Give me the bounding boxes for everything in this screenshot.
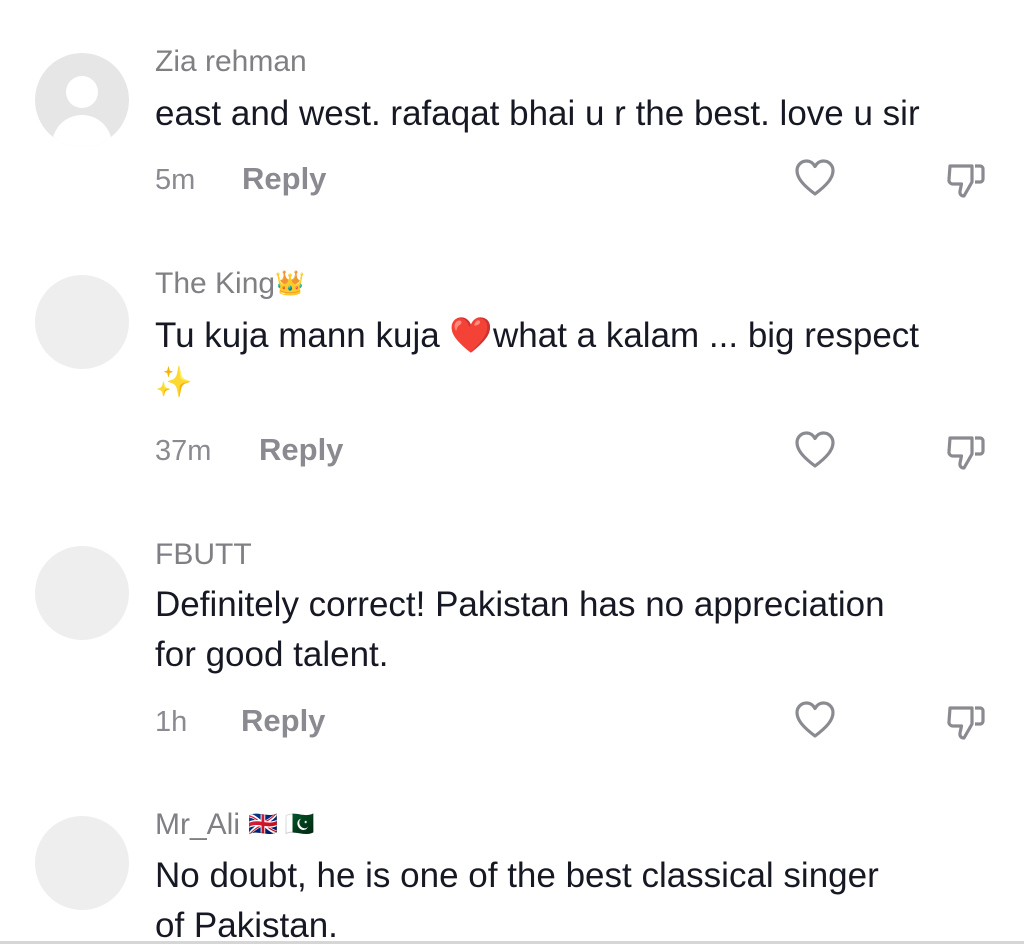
username-text: FBUTT [155,538,252,571]
comment-text-line: Tu kuja mann kuja ❤️what a kalam ... big… [155,316,920,355]
comment-username[interactable]: Zia rehman [155,44,307,80]
thumbs-down-icon [947,706,985,740]
comment-username[interactable]: The King👑 [155,266,305,302]
heart-outline-icon [795,701,835,738]
like-button[interactable] [793,156,837,200]
flag-emoji-icon: 🇬🇧 🇵🇰 [248,811,315,838]
username-text: Zia rehman [155,45,307,78]
avatar[interactable] [35,546,129,640]
comment-text: east and west. rafaqat bhai u r the best… [155,89,1005,139]
dislike-button[interactable] [944,158,988,202]
default-avatar-head [66,76,98,108]
reply-button[interactable]: Reply [241,703,325,739]
reply-button[interactable]: Reply [259,432,343,468]
heart-outline-icon [795,159,835,196]
comment-text-line: east and west. rafaqat bhai u r the best… [155,94,920,133]
comment-username[interactable]: FBUTT [155,537,252,573]
comment-text: Tu kuja mann kuja ❤️what a kalam ... big… [155,311,1005,405]
avatar[interactable] [35,275,129,369]
like-button[interactable] [793,428,837,472]
comment-text: Definitely correct! Pakistan has no appr… [155,580,1005,680]
comment-timestamp: 5m [155,164,196,196]
username-text: The King [155,267,276,300]
comment-text-line: for good talent. [155,635,389,674]
reply-button[interactable]: Reply [242,161,326,197]
thumbs-down-icon [947,436,985,470]
comment-timestamp: 37m [155,435,212,467]
avatar[interactable] [35,53,129,147]
comment-text-line: Definitely correct! Pakistan has no appr… [155,585,885,624]
comment-timestamp: 1h [155,706,188,738]
crown-emoji-icon: 👑 [275,270,305,297]
comment-text-line: ✨ [155,366,193,399]
dislike-button[interactable] [944,430,988,474]
heart-outline-icon [795,431,835,468]
thumbs-down-icon [947,164,985,198]
comment-username[interactable]: Mr_Ali 🇬🇧 🇵🇰 [155,807,315,843]
like-button[interactable] [793,698,837,742]
username-text: Mr_Ali [155,808,241,841]
dislike-button[interactable] [944,700,988,744]
comment-text: No doubt, he is one of the best classica… [155,851,1005,951]
avatar[interactable] [35,816,129,910]
comment-text-line: No doubt, he is one of the best classica… [155,856,879,895]
default-avatar-shoulders [52,115,112,147]
